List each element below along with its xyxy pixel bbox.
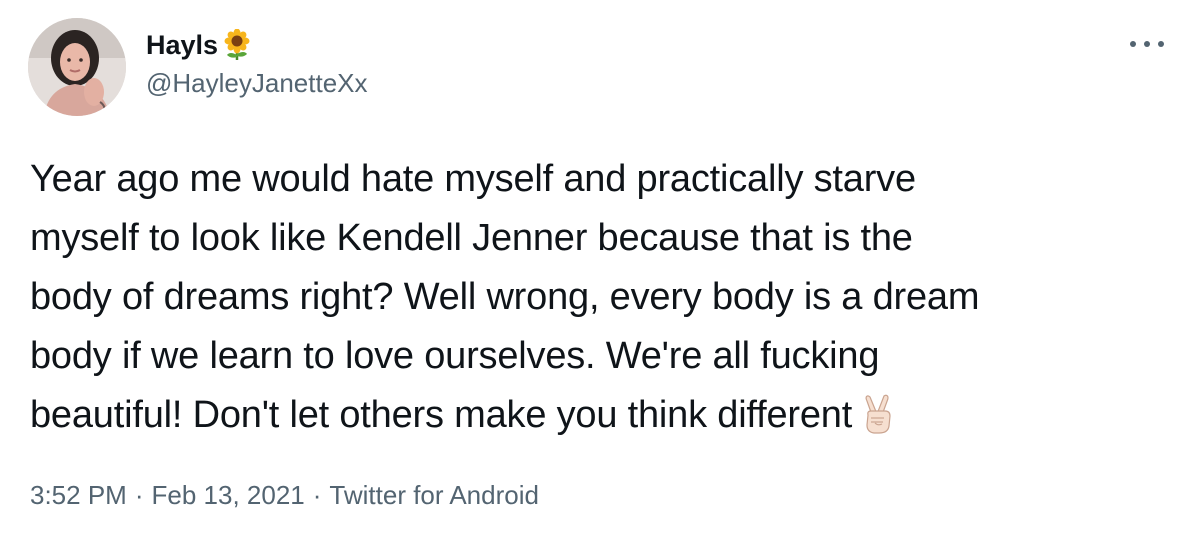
tweet-body: Year ago me would hate myself and practi… [30,158,980,436]
more-dot [1130,41,1136,47]
more-dot [1158,41,1164,47]
tweet-card: Hayls @HayleyJanetteXx Year ago me would… [0,0,1194,540]
tweet-timestamp-link[interactable]: 3:52 PM · Feb 13, 2021 [30,478,305,512]
display-name-text: Hayls [146,30,219,60]
tweet-metadata: 3:52 PM · Feb 13, 2021 · Twitter for Andro… [30,478,539,512]
meta-separator: · [312,480,322,510]
victory-hand-icon [858,393,898,435]
avatar-photo [28,18,126,116]
tweet-date: Feb 13, 2021 [151,480,305,510]
tweet-source-link[interactable]: Twitter for Android [329,478,539,512]
sunflower-icon [221,28,253,61]
more-options-icon[interactable] [1130,34,1164,54]
tweet-time: 3:52 PM [30,480,127,510]
more-dot [1144,41,1150,47]
meta-separator: · [134,480,144,510]
author-handle[interactable]: @HayleyJanetteXx [146,66,368,100]
tweet-text: Year ago me would hate myself and practi… [30,150,1170,445]
author-info: Hayls @HayleyJanetteXx [146,28,368,100]
avatar[interactable] [28,18,126,116]
author-display-name[interactable]: Hayls [146,28,368,62]
